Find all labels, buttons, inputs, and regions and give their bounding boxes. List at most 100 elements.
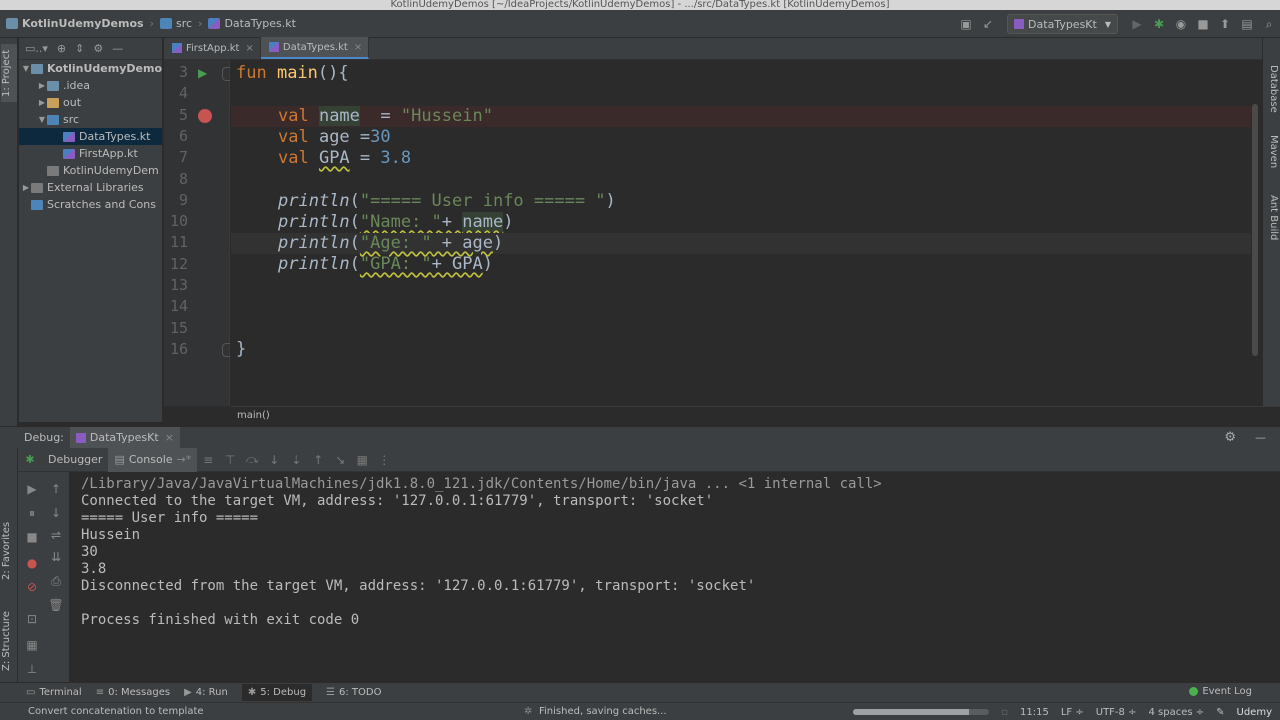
- indent-setting[interactable]: 4 spaces ÷: [1148, 707, 1204, 718]
- console-output[interactable]: /Library/Java/JavaVirtualMachines/jdk1.8…: [71, 472, 1280, 682]
- expand-arrow-icon[interactable]: ▶: [21, 183, 31, 192]
- editor-breadcrumb[interactable]: main(): [231, 406, 1280, 424]
- fold-icon[interactable]: [222, 343, 230, 357]
- back-arrow-icon[interactable]: ↙: [977, 13, 999, 35]
- hide-icon[interactable]: —: [112, 42, 123, 55]
- collapse-icon[interactable]: ⇕: [75, 42, 84, 55]
- locate-icon[interactable]: ⊕: [57, 42, 66, 55]
- tab-debug[interactable]: ✱ 5: Debug: [241, 684, 313, 701]
- vcs-icon[interactable]: ⬆: [1214, 13, 1236, 35]
- debug-header: Debug: DataTypesKt × ⚙ —: [0, 426, 1280, 449]
- trash-icon[interactable]: 🗑: [44, 598, 68, 612]
- resume-icon[interactable]: ▶: [20, 482, 44, 496]
- breadcrumb-project[interactable]: KotlinUdemyDemos: [6, 17, 144, 30]
- up-arrow-icon[interactable]: ↑: [44, 482, 68, 496]
- tree-item[interactable]: ▶ External Libraries: [19, 179, 162, 196]
- ant-build-tool-tab[interactable]: Ant Build: [1263, 188, 1279, 248]
- evaluate-icon[interactable]: ▦: [351, 453, 373, 467]
- run-to-cursor-icon[interactable]: ↘: [329, 453, 351, 467]
- maven-tool-tab[interactable]: Maven: [1263, 130, 1279, 174]
- expand-arrow-icon[interactable]: ▼: [37, 115, 47, 124]
- menu-icon[interactable]: ≡: [197, 453, 219, 467]
- tab-datatypes[interactable]: DataTypes.kt ×: [260, 37, 370, 59]
- tree-item[interactable]: ▶ .idea: [19, 77, 162, 94]
- layout-icon[interactable]: ▦: [20, 638, 44, 652]
- debug-bug-icon[interactable]: ✱: [1148, 13, 1170, 35]
- tab-run[interactable]: ▶ 4: Run: [184, 687, 228, 698]
- breakpoint-icon[interactable]: [198, 109, 212, 123]
- close-icon[interactable]: ×: [354, 42, 362, 53]
- step-into-icon[interactable]: ↓: [263, 453, 285, 467]
- tree-item[interactable]: FirstApp.kt: [19, 145, 162, 162]
- run-config-select[interactable]: DataTypesKt ▼: [1007, 14, 1118, 34]
- project-view-icon[interactable]: ▭..▾: [25, 42, 48, 55]
- tree-item[interactable]: ▼ src: [19, 111, 162, 128]
- code-line-6: val age =30: [278, 127, 391, 147]
- tree-item[interactable]: Scratches and Cons: [19, 196, 162, 213]
- breadcrumb-file[interactable]: DataTypes.kt: [208, 17, 296, 30]
- project-tool-tab[interactable]: 1: Project: [1, 44, 17, 102]
- run-icon[interactable]: ▶: [1126, 13, 1148, 35]
- tab-firstapp[interactable]: FirstApp.kt ×: [164, 37, 261, 59]
- soft-wrap-icon[interactable]: ⇌: [44, 528, 68, 542]
- pin-icon[interactable]: ⊥: [20, 662, 44, 676]
- view-breakpoints-icon[interactable]: ●: [20, 556, 44, 570]
- editor-gutter[interactable]: 3 4 5 6 7 8 9 10 11 12 13 14 15 16 ▶: [164, 60, 230, 406]
- line-number: 8: [178, 169, 188, 188]
- close-icon[interactable]: ×: [245, 43, 253, 54]
- expand-arrow-icon[interactable]: ▶: [37, 98, 47, 107]
- tree-item[interactable]: ▶ out: [19, 94, 162, 111]
- step-out-icon[interactable]: ↑: [307, 453, 329, 467]
- tree-item[interactable]: KotlinUdemyDem: [19, 162, 162, 179]
- minimize-icon[interactable]: —: [1255, 431, 1266, 444]
- search-icon[interactable]: ⌕: [1258, 13, 1280, 35]
- lock-icon[interactable]: ✎: [1216, 707, 1224, 718]
- project-tree: ▼ KotlinUdemyDemo ▶ .idea ▶ out ▼ src DataTypes.…: [19, 60, 162, 213]
- mute-breakpoints-icon[interactable]: ⊘: [20, 580, 44, 594]
- stop-icon[interactable]: ■: [20, 530, 44, 544]
- cancel-icon[interactable]: ▫: [1001, 707, 1008, 718]
- code-editor[interactable]: fun main(){ val name = "Hussein" val age…: [231, 60, 1251, 406]
- database-tool-tab[interactable]: Database: [1263, 60, 1279, 118]
- background-task[interactable]: Finished, saving caches...: [539, 706, 667, 717]
- force-step-into-icon[interactable]: ⇣: [285, 453, 307, 467]
- close-icon[interactable]: ×: [165, 431, 174, 444]
- coverage-icon[interactable]: ◉: [1170, 13, 1192, 35]
- debug-session-tab[interactable]: DataTypesKt ×: [69, 426, 180, 449]
- status-bar: Convert concatenation to template ✲ Fini…: [0, 702, 1280, 720]
- camera-icon[interactable]: ⊡: [20, 612, 44, 626]
- breadcrumb-src[interactable]: src: [159, 17, 192, 30]
- line-separator[interactable]: LF ÷: [1061, 707, 1084, 718]
- tab-terminal[interactable]: ▭ Terminal: [26, 687, 82, 698]
- tab-console[interactable]: ▤ Console →*: [108, 447, 198, 472]
- show-execution-point-icon[interactable]: ⊤: [219, 453, 241, 467]
- scroll-to-end-icon[interactable]: ⇊: [44, 550, 68, 564]
- fold-icon[interactable]: [222, 67, 230, 81]
- file-encoding[interactable]: UTF-8 ÷: [1096, 707, 1137, 718]
- tree-item[interactable]: ▼ KotlinUdemyDemo: [19, 60, 162, 77]
- gear-icon[interactable]: ⚙: [93, 42, 103, 55]
- project-structure-icon[interactable]: ▤: [1236, 13, 1258, 35]
- expand-arrow-icon[interactable]: ▼: [21, 64, 31, 73]
- rerun-icon[interactable]: ✱: [18, 453, 42, 466]
- pause-icon[interactable]: ⏸: [20, 506, 44, 521]
- tab-todo[interactable]: ☰ 6: TODO: [326, 687, 381, 698]
- tab-messages[interactable]: ≡ 0: Messages: [96, 687, 170, 698]
- run-gutter-icon[interactable]: ▶: [198, 66, 207, 80]
- editor-scrollbar[interactable]: [1252, 104, 1258, 356]
- expand-arrow-icon[interactable]: ▶: [37, 81, 47, 90]
- caret-position[interactable]: 11:15: [1020, 707, 1049, 718]
- gear-icon[interactable]: ⚙: [1224, 430, 1236, 445]
- structure-tool-tab[interactable]: Z: Structure: [1, 604, 17, 678]
- favorites-tool-tab[interactable]: 2: Favorites: [1, 516, 17, 586]
- tree-item[interactable]: DataTypes.kt: [19, 128, 162, 145]
- tab-debugger[interactable]: Debugger: [42, 448, 108, 472]
- step-over-icon[interactable]: ⤼: [241, 452, 263, 467]
- print-icon[interactable]: ⎙: [44, 574, 68, 589]
- more-icon[interactable]: ⋮: [373, 453, 395, 467]
- down-arrow-icon[interactable]: ↓: [44, 506, 68, 520]
- layout-icon[interactable]: ▣: [955, 13, 977, 35]
- kotlin-icon: [1014, 19, 1025, 29]
- event-log-button[interactable]: Event Log: [1189, 686, 1252, 697]
- stop-icon[interactable]: ■: [1192, 13, 1214, 35]
